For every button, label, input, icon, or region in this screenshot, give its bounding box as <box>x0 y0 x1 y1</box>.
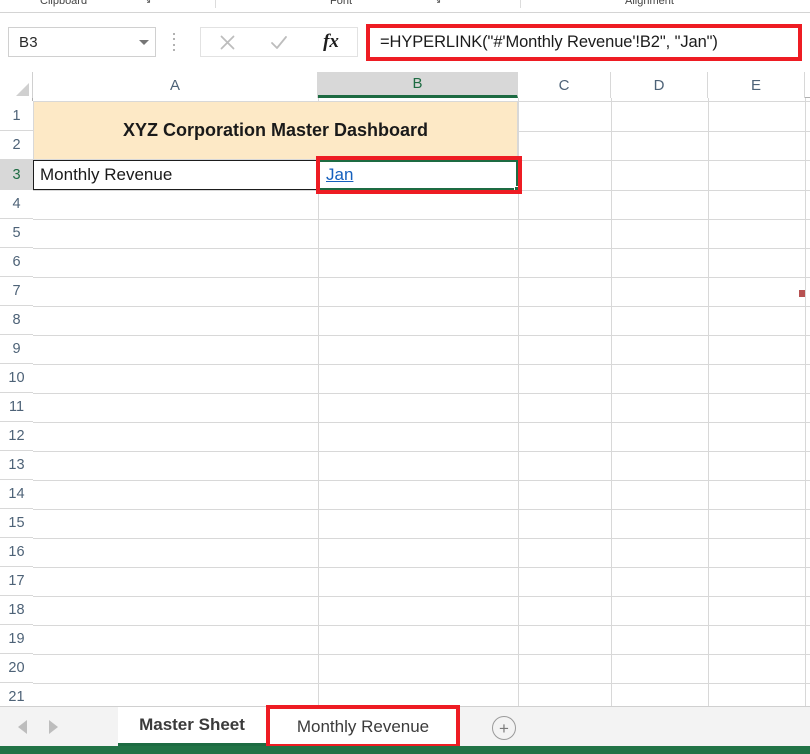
row-header-5[interactable]: 5 <box>0 219 33 248</box>
row-header-8[interactable]: 8 <box>0 306 33 335</box>
sheet-tab-bar: Master Sheet Monthly Revenue + <box>0 705 810 748</box>
gridline-horizontal <box>33 480 810 481</box>
formula-input-highlight[interactable]: =HYPERLINK("#'Monthly Revenue'!B2", "Jan… <box>366 24 802 61</box>
cell-area[interactable]: XYZ Corporation Master Dashboard Monthly… <box>33 98 810 706</box>
gridline-horizontal <box>33 306 810 307</box>
formula-action-buttons: fx <box>200 27 358 57</box>
gridline-horizontal <box>33 654 810 655</box>
worksheet-grid: A B C D E 1 2 3 4 5 6 7 8 9 10 11 12 13 … <box>0 72 810 712</box>
cell-a3-monthly-revenue[interactable]: Monthly Revenue <box>33 160 318 190</box>
status-bar <box>0 746 810 754</box>
row-header-19[interactable]: 19 <box>0 625 33 654</box>
font-dialog-launcher-icon[interactable]: ↘ <box>433 0 441 6</box>
confirm-check-icon[interactable] <box>257 28 301 56</box>
row-header-9[interactable]: 9 <box>0 335 33 364</box>
annotation-box-cell-b3 <box>316 156 522 194</box>
name-box-value: B3 <box>19 33 38 51</box>
gridline-horizontal <box>33 364 810 365</box>
gridline-horizontal <box>33 509 810 510</box>
row-header-13[interactable]: 13 <box>0 451 33 480</box>
insert-function-label: fx <box>323 31 339 52</box>
excel-window: Clipboard ↘ Font ↘ Alignment B3 fx =HYPE… <box>0 0 810 754</box>
column-header-c[interactable]: C <box>518 72 611 98</box>
formula-bar-row: B3 fx =HYPERLINK("#'Monthly Revenue'!B2"… <box>0 13 810 69</box>
row-header-7[interactable]: 7 <box>0 277 33 306</box>
annotation-box-monthly-revenue-tab <box>266 705 460 748</box>
cancel-x-icon[interactable] <box>205 28 249 56</box>
column-header-e[interactable]: E <box>708 72 805 98</box>
gridline-horizontal <box>33 625 810 626</box>
row-header-1[interactable]: 1 <box>0 101 33 131</box>
column-header-row: A B C D E <box>0 72 810 98</box>
edge-marker <box>799 290 805 297</box>
gridline-horizontal <box>33 567 810 568</box>
row-header-17[interactable]: 17 <box>0 567 33 596</box>
ribbon-divider <box>215 0 216 8</box>
dashboard-title-cell[interactable]: XYZ Corporation Master Dashboard <box>33 101 518 160</box>
gridline-horizontal <box>33 683 810 684</box>
select-all-triangle-icon <box>16 83 29 96</box>
row-header-11[interactable]: 11 <box>0 393 33 422</box>
name-box[interactable]: B3 <box>8 27 156 57</box>
gridline-horizontal <box>33 451 810 452</box>
row-header-10[interactable]: 10 <box>0 364 33 393</box>
gridline-horizontal <box>33 335 810 336</box>
clipboard-dialog-launcher-icon[interactable]: ↘ <box>143 0 151 6</box>
row-header-18[interactable]: 18 <box>0 596 33 625</box>
select-all-button[interactable] <box>0 72 33 98</box>
column-header-a[interactable]: A <box>33 72 318 98</box>
column-header-b[interactable]: B <box>318 72 518 98</box>
row-header-column: 1 2 3 4 5 6 7 8 9 10 11 12 13 14 15 16 1… <box>0 98 33 712</box>
row-header-20[interactable]: 20 <box>0 654 33 683</box>
nav-prev-icon[interactable] <box>18 720 27 734</box>
row-header-3[interactable]: 3 <box>0 160 33 190</box>
column-header-d[interactable]: D <box>611 72 708 98</box>
fx-icon[interactable]: fx <box>309 28 353 56</box>
row-header-15[interactable]: 15 <box>0 509 33 538</box>
ribbon-bottom-strip: Clipboard ↘ Font ↘ Alignment <box>0 0 810 13</box>
row-header-2[interactable]: 2 <box>0 131 33 160</box>
chevron-down-icon[interactable] <box>139 39 149 45</box>
gridline-horizontal <box>33 422 810 423</box>
gridline-horizontal <box>33 393 810 394</box>
nav-next-icon[interactable] <box>49 720 58 734</box>
gridline-horizontal <box>33 248 810 249</box>
ribbon-group-font: Font <box>330 0 353 7</box>
sheet-nav-arrows <box>18 715 108 739</box>
row-header-14[interactable]: 14 <box>0 480 33 509</box>
row-header-6[interactable]: 6 <box>0 248 33 277</box>
ribbon-divider <box>520 0 521 8</box>
ribbon-group-alignment: Alignment <box>625 0 674 7</box>
row-header-16[interactable]: 16 <box>0 538 33 567</box>
gridline-horizontal <box>33 596 810 597</box>
gridline-horizontal <box>33 219 810 220</box>
sheet-tab-master-sheet[interactable]: Master Sheet <box>118 707 266 746</box>
gridline-horizontal <box>33 538 810 539</box>
row-header-4[interactable]: 4 <box>0 190 33 219</box>
ribbon-group-clipboard: Clipboard <box>40 0 88 7</box>
gridline-horizontal <box>33 277 810 278</box>
add-sheet-icon[interactable]: + <box>492 716 516 740</box>
formula-input[interactable]: =HYPERLINK("#'Monthly Revenue'!B2", "Jan… <box>370 33 718 52</box>
row-header-12[interactable]: 12 <box>0 422 33 451</box>
add-sheet-label: + <box>499 718 509 738</box>
formula-bar-grip <box>172 33 176 51</box>
